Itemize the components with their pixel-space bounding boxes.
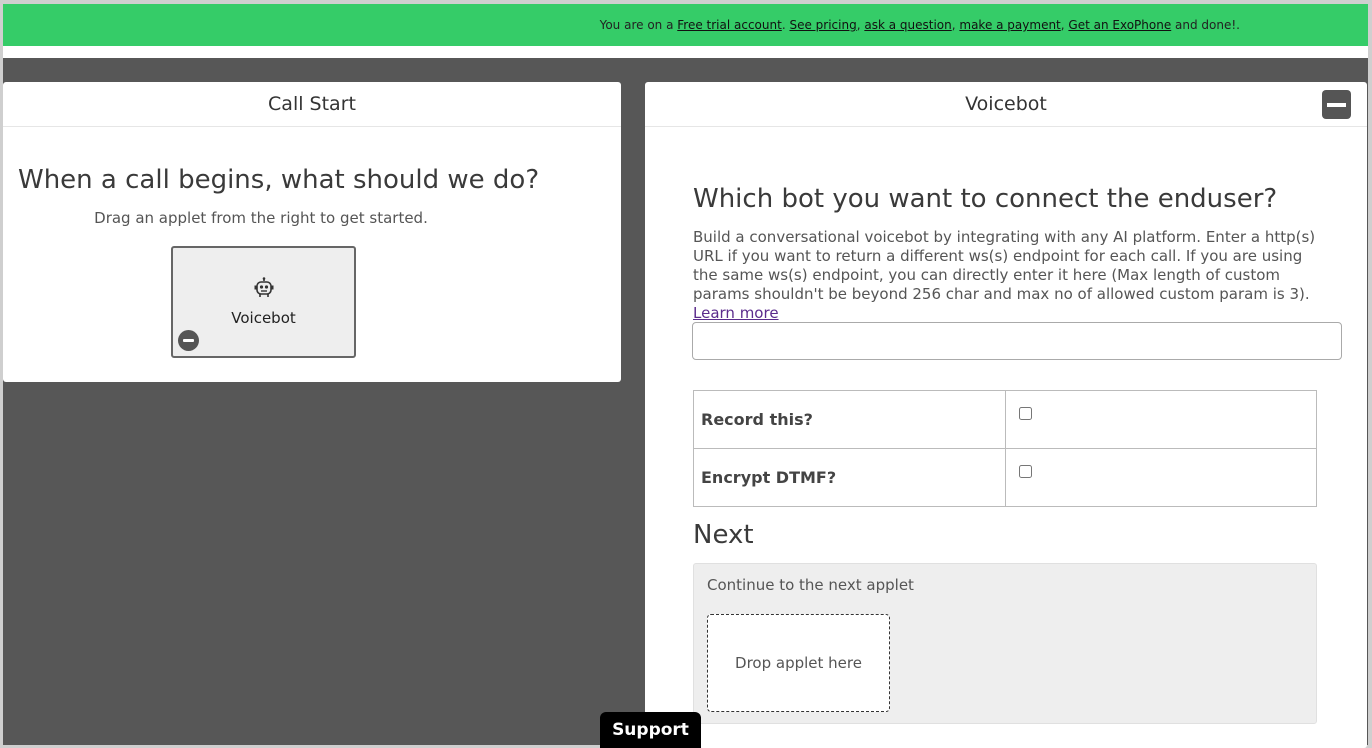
window-frame-right [1368, 0, 1372, 748]
bot-description-text: Build a conversational voicebot by integ… [693, 228, 1316, 303]
call-start-title: Call Start [268, 93, 356, 115]
banner-separator: . [781, 18, 790, 32]
bot-url-input[interactable] [692, 322, 1342, 360]
support-button[interactable]: Support [600, 712, 701, 748]
remove-applet-icon[interactable] [178, 330, 199, 351]
record-checkbox[interactable] [1019, 407, 1032, 420]
voicebot-panel: Voicebot Which bot you want to connect t… [645, 82, 1367, 748]
support-label: Support [612, 720, 689, 740]
call-start-hint: Drag an applet from the right to get sta… [94, 209, 428, 227]
voicebot-title: Voicebot [965, 93, 1047, 115]
drop-applet-zone[interactable]: Drop applet here [707, 614, 890, 712]
banner-gap [3, 46, 1368, 58]
drop-zone-label: Drop applet here [735, 654, 862, 672]
banner-prefix: You are on a [599, 18, 678, 32]
encrypt-dtmf-label: Encrypt DTMF? [693, 448, 1006, 507]
collapse-button[interactable] [1322, 90, 1351, 119]
encrypt-dtmf-checkbox[interactable] [1019, 465, 1032, 478]
next-heading: Next [693, 520, 754, 550]
next-applet-label: Continue to the next applet [707, 576, 914, 594]
voicebot-header: Voicebot [645, 82, 1367, 127]
call-start-heading: When a call begins, what should we do? [18, 165, 540, 195]
record-cell [1005, 390, 1317, 449]
call-start-header: Call Start [3, 82, 621, 127]
ask-question-link[interactable]: ask a question [864, 18, 951, 32]
see-pricing-link[interactable]: See pricing [789, 18, 856, 32]
banner-separator: , [1060, 18, 1069, 32]
banner-separator: , [856, 18, 865, 32]
voicebot-applet-card[interactable]: Voicebot [171, 246, 356, 358]
banner-suffix: and done!. [1171, 18, 1240, 32]
banner-separator: , [951, 18, 960, 32]
table-row: Record this? [693, 390, 1317, 449]
make-payment-link[interactable]: make a payment [959, 18, 1060, 32]
table-row: Encrypt DTMF? [693, 448, 1317, 507]
options-table: Record this? Encrypt DTMF? [693, 390, 1317, 507]
robot-icon [253, 277, 275, 302]
bot-question-heading: Which bot you want to connect the enduse… [693, 184, 1278, 214]
free-trial-link[interactable]: Free trial account [677, 18, 782, 32]
encrypt-dtmf-cell [1005, 448, 1317, 507]
call-start-panel: Call Start When a call begins, what shou… [3, 82, 621, 382]
next-applet-box: Continue to the next applet Drop applet … [693, 563, 1317, 724]
bot-description: Build a conversational voicebot by integ… [693, 228, 1325, 323]
get-exophone-link[interactable]: Get an ExoPhone [1068, 18, 1171, 32]
learn-more-link[interactable]: Learn more [693, 304, 779, 322]
record-label: Record this? [693, 390, 1006, 449]
trial-banner: You are on a Free trial account . See pr… [3, 4, 1368, 46]
voicebot-applet-label: Voicebot [231, 309, 296, 327]
